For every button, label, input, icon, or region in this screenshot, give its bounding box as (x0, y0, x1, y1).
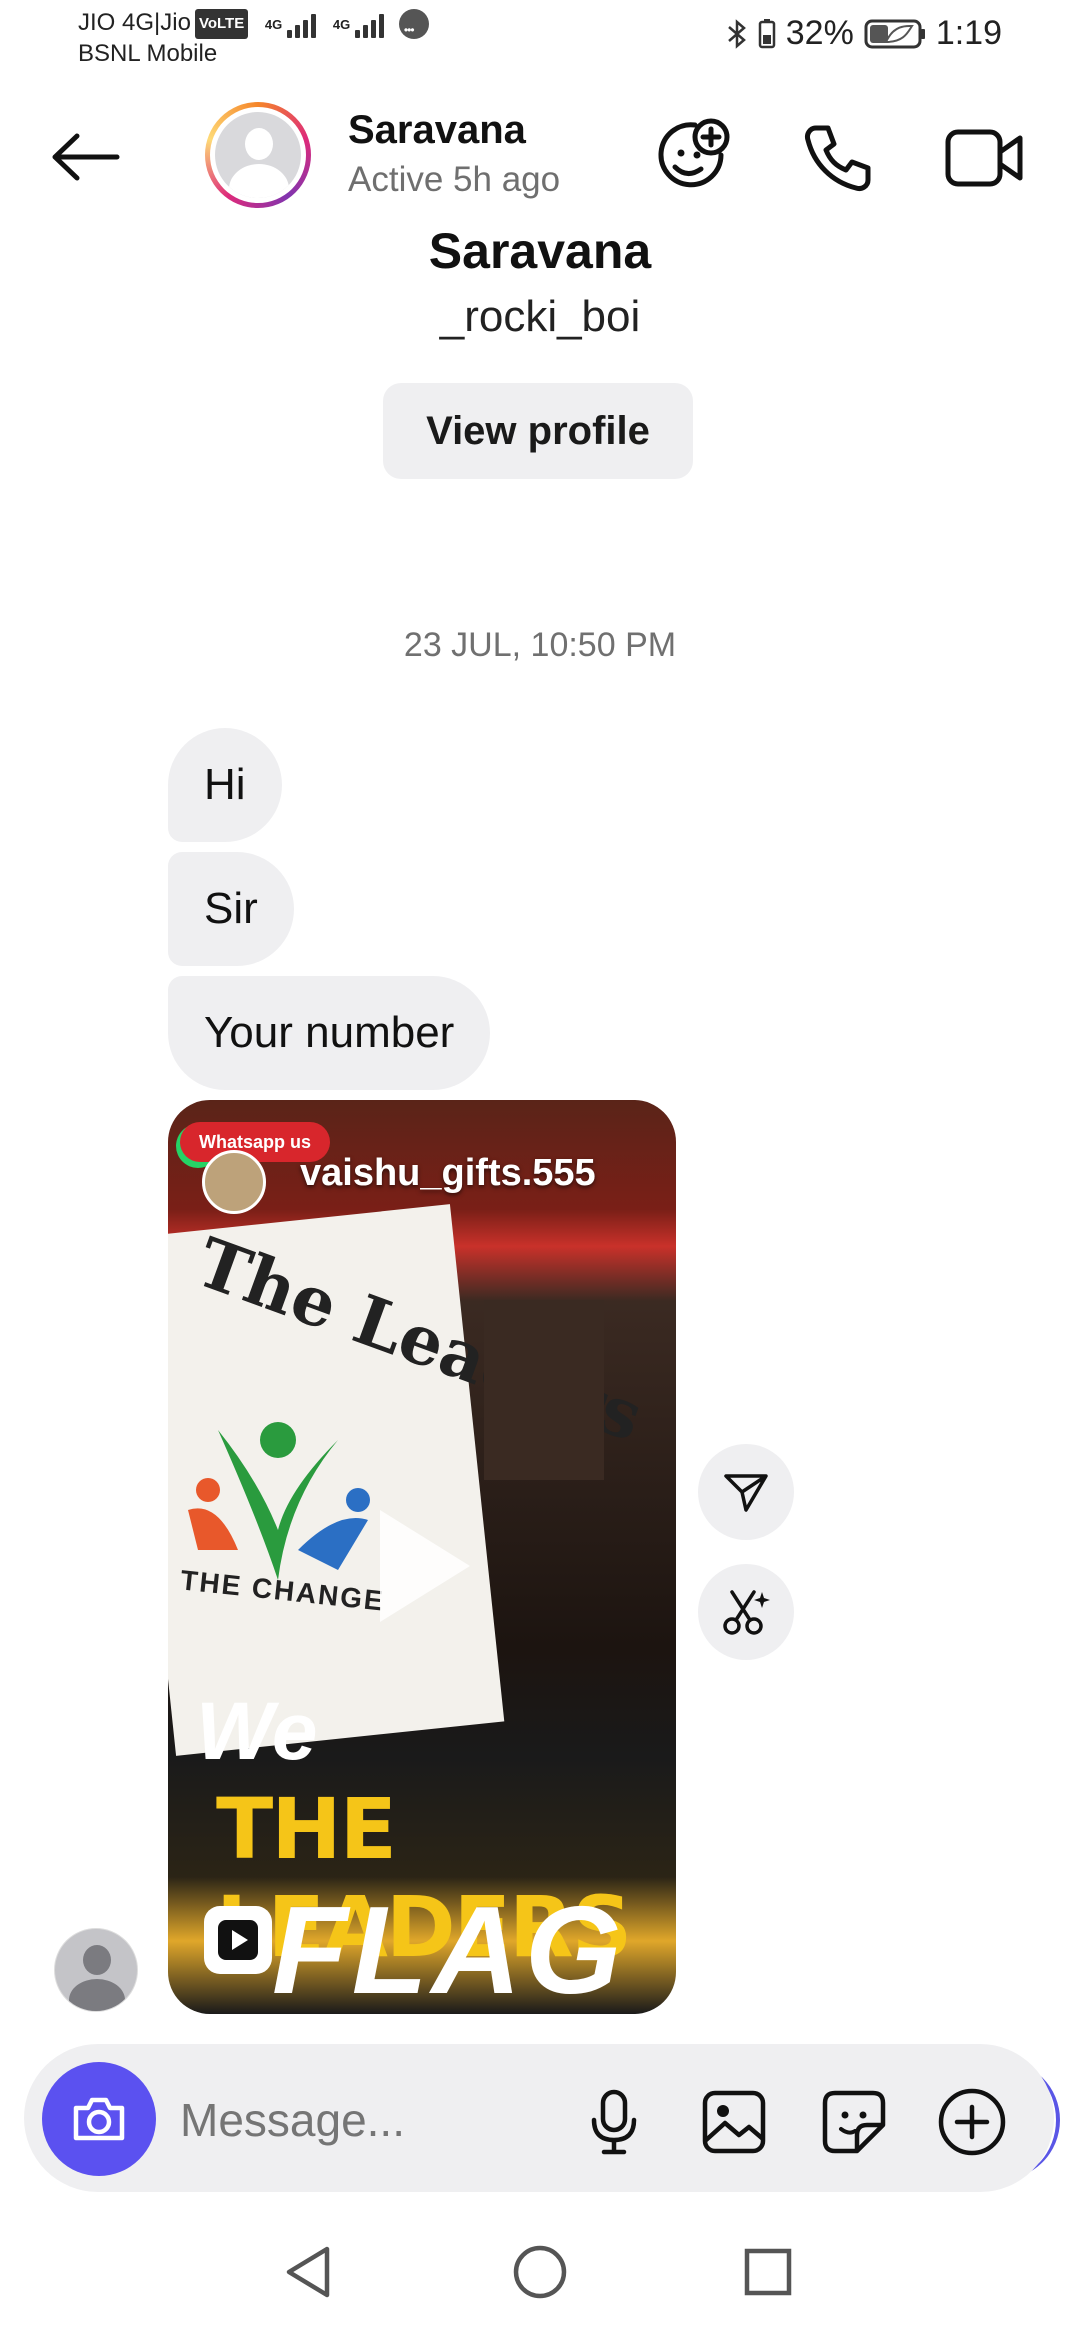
default-avatar-icon (215, 112, 301, 198)
recents-square-icon (744, 2248, 792, 2296)
reel-headline-flag: FLAG (272, 1882, 626, 2014)
back-triangle-icon (286, 2246, 330, 2298)
reel-person-blurred (484, 1300, 604, 1480)
gallery-button[interactable] (694, 2082, 774, 2162)
more-options-button[interactable] (932, 2082, 1012, 2162)
header-active-status: Active 5h ago (348, 160, 561, 199)
add-people-icon (658, 118, 730, 188)
clock-time: 1:19 (935, 14, 1002, 52)
sticker-button[interactable] (814, 2082, 894, 2162)
gallery-icon (702, 2090, 766, 2154)
status-bar-left: JIO 4G|JioVoLTE 4G 4G BSNL Mobile (78, 8, 429, 69)
shared-reel-card[interactable]: The Leaders THE CHANGE We THE LEADERS FL… (168, 1100, 676, 2014)
message-input[interactable] (180, 2082, 560, 2158)
nav-home-button[interactable] (500, 2232, 580, 2312)
camera-icon (73, 2097, 125, 2141)
nav-recents-button[interactable] (728, 2232, 808, 2312)
voice-message-button[interactable] (574, 2082, 654, 2162)
share-icon (724, 1474, 768, 1512)
plus-icon (938, 2088, 1006, 2156)
profile-username: _rocki_boi (439, 292, 641, 341)
message-bubble[interactable]: Hi (168, 728, 282, 842)
contact-avatar[interactable] (205, 102, 311, 208)
signal-icon-2: 4G (333, 10, 385, 38)
voice-call-button[interactable] (796, 116, 880, 200)
carrier-label-1: JIO 4G|Jio (78, 9, 191, 36)
play-overlay-icon (380, 1510, 470, 1622)
video-call-button[interactable] (936, 116, 1032, 200)
back-button[interactable] (40, 122, 130, 192)
volte-badge: VoLTE (194, 9, 249, 39)
message-timestamp: 23 JUL, 10:50 PM (403, 626, 677, 664)
reel-owner-username[interactable]: vaishu_gifts.555 (300, 1152, 596, 1195)
nav-back-button[interactable] (268, 2232, 348, 2312)
home-circle-icon (513, 2245, 567, 2299)
battery-percent: 32% (785, 14, 854, 52)
camera-button[interactable] (42, 2062, 156, 2176)
signal-icon-1: 4G (265, 10, 317, 38)
battery-icon (864, 19, 925, 48)
back-arrow-icon (52, 133, 120, 181)
phone-icon (805, 125, 871, 191)
remix-scissors-icon (723, 1590, 770, 1635)
message-notification-icon (398, 8, 429, 45)
carrier-label-2: BSNL Mobile (78, 40, 218, 67)
reels-icon (204, 1906, 272, 1974)
video-camera-icon (945, 129, 1023, 187)
add-people-button[interactable] (648, 112, 734, 198)
sender-avatar[interactable] (54, 1928, 138, 2012)
remix-button[interactable] (698, 1564, 794, 1660)
message-bubble[interactable]: Your number (168, 976, 491, 1090)
profile-name: Saravana (428, 223, 652, 279)
status-bar-right: 32% 1:19 (726, 14, 1002, 53)
sticker-icon (822, 2090, 886, 2154)
microphone-icon (591, 2089, 637, 2155)
bluetooth-icon (727, 18, 746, 49)
reel-headline-we: We (196, 1686, 318, 1777)
header-contact-name[interactable]: Saravana (348, 108, 526, 153)
view-profile-button[interactable]: View profile (383, 383, 693, 479)
message-bubble[interactable]: Sir (168, 852, 294, 966)
share-button[interactable] (698, 1444, 794, 1540)
battery-saver-icon (758, 18, 775, 48)
reel-owner-avatar (202, 1150, 266, 1214)
